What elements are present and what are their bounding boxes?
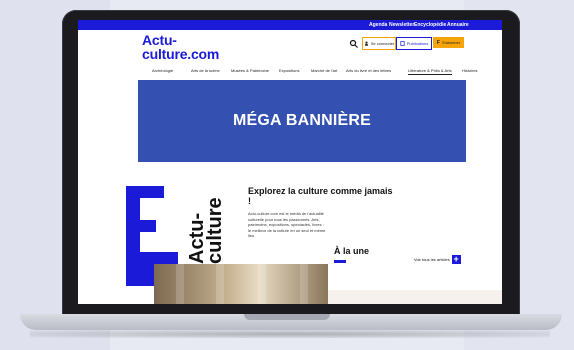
- search-icon[interactable]: [349, 39, 359, 49]
- promo-title: Explorez la culture comme jamais !: [248, 186, 393, 206]
- subscribe-icon: F: [436, 39, 440, 46]
- a-la-une-heading: À la une: [334, 246, 370, 256]
- connect-label: Se connecter: [370, 41, 395, 46]
- brand-f-shape-mid: [126, 220, 156, 232]
- topbar-link-annuaire[interactable]: Annuaire: [447, 21, 469, 29]
- promo-body: Actu-culture.com est le média de l'actua…: [248, 211, 326, 238]
- mega-banner[interactable]: MÉGA BANNIÈRE: [138, 80, 466, 162]
- website-screen: Agenda Newsletter Encyclopédie Annuaire …: [78, 20, 502, 304]
- subscribe-button[interactable]: F S'abonner: [433, 37, 464, 48]
- promo-photo: [154, 264, 328, 304]
- nav-item-arts-scene[interactable]: Arts de la scène: [191, 68, 220, 73]
- publications-label: Publications: [406, 41, 429, 46]
- nav-item-marche-art[interactable]: Marché de l'art: [311, 68, 337, 73]
- brand-f-shape-top: [126, 186, 164, 198]
- logo-line-2: culture.com: [142, 46, 220, 62]
- site-logo[interactable]: Actu- culture.com: [142, 33, 219, 61]
- see-all-articles-link[interactable]: Voir tous les articles +: [414, 255, 461, 264]
- user-icon: [364, 41, 368, 46]
- nav-item-archeologie[interactable]: Archéologie: [152, 68, 173, 73]
- laptop-shadow: [30, 330, 550, 338]
- nav-item-arts-livre[interactable]: Arts du livre et des lettres: [346, 68, 391, 73]
- nav-item-litterature[interactable]: Littérature & Philo & Arts: [408, 68, 452, 75]
- connect-button[interactable]: Se connecter: [362, 37, 396, 50]
- laptop-notch: [244, 314, 330, 320]
- photo-column: [176, 264, 184, 304]
- photo-column: [216, 264, 224, 304]
- document-icon: [400, 41, 405, 46]
- subscribe-label: S'abonner: [441, 40, 461, 45]
- topbar-link-newsletter[interactable]: Newsletter: [389, 21, 414, 29]
- banner-text: MÉGA BANNIÈRE: [232, 112, 371, 129]
- topbar-link-encyclopedie[interactable]: Encyclopédie: [414, 21, 446, 29]
- main-navigation: Archéologie Arts de la scène Musées & Pa…: [144, 68, 478, 78]
- heading-accent-bar: [334, 260, 346, 263]
- vertical-brand-text: Actu- culture: [186, 197, 226, 264]
- see-all-label: Voir tous les articles: [414, 257, 450, 262]
- photo-column: [300, 264, 308, 304]
- topbar-link-agenda[interactable]: Agenda: [369, 21, 387, 29]
- photo-column: [258, 264, 266, 304]
- logo-line-1: Actu-: [142, 32, 177, 48]
- nav-item-histoires[interactable]: Histoires: [462, 68, 478, 73]
- plus-icon: +: [451, 254, 461, 264]
- bottom-strip: [328, 290, 502, 304]
- vertical-brand-line-2: culture: [204, 197, 226, 264]
- top-utility-bar: Agenda Newsletter Encyclopédie Annuaire: [78, 20, 502, 30]
- publications-button[interactable]: Publications: [396, 37, 432, 50]
- nav-item-expositions[interactable]: Expositions: [279, 68, 299, 73]
- nav-item-musees[interactable]: Musées & Patrimoine: [231, 68, 269, 73]
